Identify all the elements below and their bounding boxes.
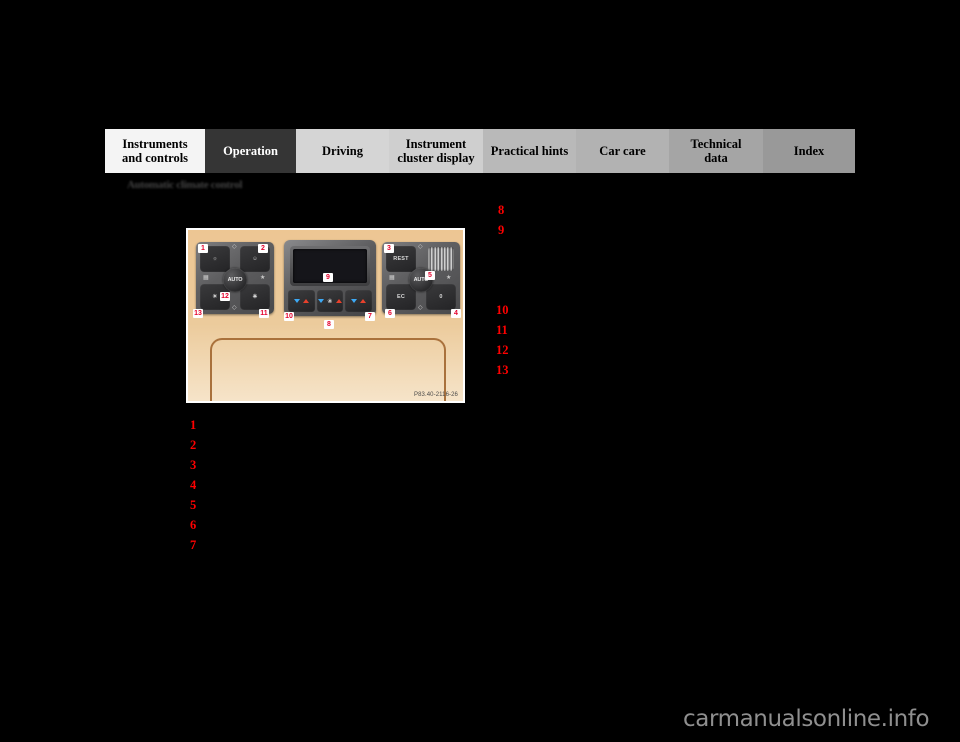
tab-practical-hints[interactable]: Practical hints <box>483 129 576 173</box>
legend-item: 13 <box>496 363 514 383</box>
airflow-down-icon-right: ◇ <box>418 304 423 311</box>
legend-left-column: 1 2 3 4 5 6 7 <box>190 418 208 558</box>
left-auto-label: AUTO <box>227 277 243 283</box>
legend-number: 11 <box>496 323 508 337</box>
legend-number: 9 <box>498 223 505 237</box>
legend-number: 1 <box>190 418 197 432</box>
left-temp-buttons[interactable] <box>288 290 315 312</box>
figure-callout-5: 5 <box>425 271 435 280</box>
legend-item: 7 <box>190 538 208 558</box>
temperature-button-row: ❀ <box>288 290 373 312</box>
fan-up-icon[interactable] <box>335 299 342 303</box>
legend-item: 4 <box>190 478 208 498</box>
legend-item: 11 <box>496 323 514 343</box>
legend-item: 5 <box>190 498 208 518</box>
fan-blower-icon: ❀ <box>327 297 333 305</box>
temp-down-icon-right[interactable] <box>351 299 358 303</box>
airflow-down-icon: ◇ <box>232 304 237 311</box>
figure-callout-7: 7 <box>365 312 375 321</box>
legend-right-column-lower: 10 11 12 13 <box>496 303 514 383</box>
page-title: Automatic climate control <box>127 179 243 191</box>
left-auto-knob[interactable]: AUTO <box>223 268 247 292</box>
figure-callout-10: 10 <box>284 312 294 321</box>
vent-grille-icon <box>428 247 454 271</box>
legend-number: 13 <box>496 363 509 377</box>
legend-number: 8 <box>498 203 505 217</box>
airflow-up-icon-right: ◇ <box>418 243 423 250</box>
climate-control-figure: ☼ ☺ ☀ ⎈ ▦ ★ ◇ ◇ AUTO ❀ REST EC 0 ▦ ★ ◇ ◇… <box>186 228 465 403</box>
legend-item: 9 <box>498 223 516 243</box>
dual-zone-icon-right: ▦ <box>389 274 395 281</box>
tab-driving[interactable]: Driving <box>296 129 389 173</box>
tab-technical-data[interactable]: Technical data <box>669 129 763 173</box>
legend-right-column-upper: 89 <box>498 203 516 243</box>
recirculation-icon[interactable]: ⎈ <box>240 284 270 310</box>
legend-number: 3 <box>190 458 197 472</box>
legend-item: 6 <box>190 518 208 538</box>
figure-callout-3: 3 <box>384 244 394 253</box>
legend-number: 12 <box>496 343 509 357</box>
fan-icon-right: ★ <box>446 274 452 281</box>
manual-page: Instruments and controls Operation Driving… <box>0 0 960 742</box>
tab-instrument-cluster-display[interactable]: Instrument cluster display <box>389 129 483 173</box>
legend-number: 7 <box>190 538 197 552</box>
temp-up-icon-right[interactable] <box>360 299 367 303</box>
tab-instruments-and-controls[interactable]: Instruments and controls <box>105 129 205 173</box>
right-control-cluster[interactable]: REST EC 0 ▦ ★ ◇ ◇ AUTO <box>382 242 460 314</box>
figure-callout-9: 9 <box>323 273 333 282</box>
figure-callout-6: 6 <box>385 309 395 318</box>
power-button[interactable]: 0 <box>426 284 456 310</box>
legend-item: 3 <box>190 458 208 478</box>
legend-number: 5 <box>190 498 197 512</box>
temp-up-icon[interactable] <box>302 299 309 303</box>
fan-speed-buttons[interactable]: ❀ <box>316 290 344 312</box>
legend-item: 8 <box>498 203 516 223</box>
legend-item: 1 <box>190 418 208 438</box>
figure-callout-11: 11 <box>259 309 269 318</box>
legend-number: 4 <box>190 478 197 492</box>
legend-item: 12 <box>496 343 514 363</box>
fan-icon: ★ <box>260 274 266 281</box>
legend-item: 2 <box>190 438 208 458</box>
site-watermark: carmanualsonline.info <box>683 706 930 732</box>
figure-caption: P83.40-2116-26 <box>414 392 458 398</box>
right-temp-buttons[interactable] <box>345 290 373 312</box>
tab-index[interactable]: Index <box>763 129 855 173</box>
figure-callout-1: 1 <box>198 244 208 253</box>
airflow-up-icon: ◇ <box>232 243 237 250</box>
figure-callout-2: 2 <box>258 244 268 253</box>
section-tabbar: Instruments and controls Operation Driving… <box>105 129 855 173</box>
tab-operation[interactable]: Operation <box>205 129 296 173</box>
figure-callout-8: 8 <box>324 320 334 329</box>
dashboard-trim-outline <box>210 338 446 401</box>
legend-number: 6 <box>190 518 197 532</box>
fan-down-icon[interactable] <box>318 299 325 303</box>
legend-number: 2 <box>190 438 197 452</box>
figure-callout-13: 13 <box>193 309 203 318</box>
legend-item: 10 <box>496 303 514 323</box>
figure-callout-12: 12 <box>220 292 230 301</box>
dual-zone-icon: ▦ <box>203 274 209 281</box>
legend-number: 10 <box>496 303 509 317</box>
figure-artwork: ☼ ☺ ☀ ⎈ ▦ ★ ◇ ◇ AUTO ❀ REST EC 0 ▦ ★ ◇ ◇… <box>188 230 463 401</box>
figure-callout-4: 4 <box>451 309 461 318</box>
tab-car-care[interactable]: Car care <box>576 129 669 173</box>
temp-down-icon[interactable] <box>293 299 300 303</box>
